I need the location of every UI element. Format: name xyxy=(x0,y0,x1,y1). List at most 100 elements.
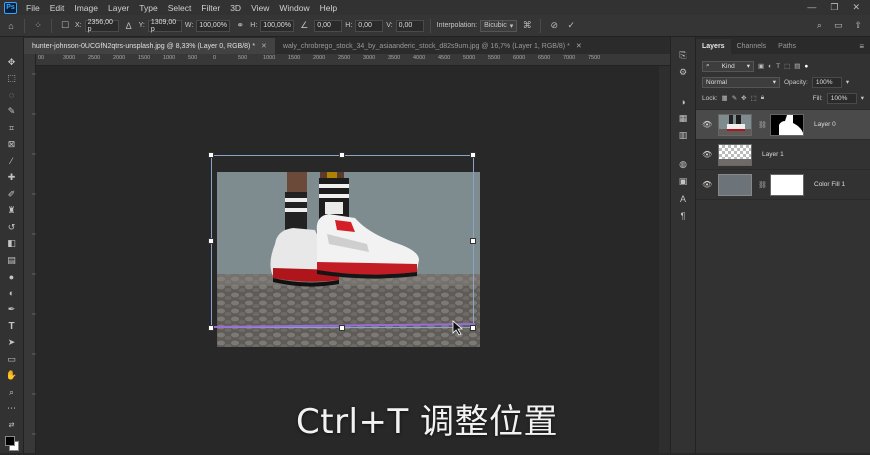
layer-name[interactable]: Color Fill 1 xyxy=(814,181,845,188)
swap-colors-icon[interactable]: ⇄ xyxy=(4,418,20,433)
history-brush-icon[interactable]: ↺ xyxy=(4,220,20,235)
layer-name[interactable]: Layer 0 xyxy=(814,121,836,128)
angle-field[interactable]: 0,00 xyxy=(314,19,343,32)
blend-mode-select[interactable]: Normal ▾ xyxy=(702,76,780,88)
filter-type-icon[interactable]: T xyxy=(776,63,780,70)
pen-icon[interactable]: ✒ xyxy=(4,303,20,318)
zoom-icon[interactable]: ⌕ xyxy=(4,385,20,400)
paragraph-icon[interactable]: ¶ xyxy=(676,209,690,222)
swatches-icon[interactable]: ▦ xyxy=(676,112,690,125)
lock-position-icon[interactable]: ✥ xyxy=(741,94,746,102)
visibility-eye-icon[interactable]: 👁︎ xyxy=(702,150,712,159)
healing-icon[interactable]: ✚ xyxy=(4,171,20,186)
layer-row[interactable]: 👁︎ ⛓︎ Color Fill 1 xyxy=(696,170,870,200)
lasso-icon[interactable]: ◌ xyxy=(4,88,20,103)
menu-filter[interactable]: Filter xyxy=(196,3,225,13)
tab-waly-chrobrego[interactable]: waly_chrobrego_stock_34_by_asiaanderic_s… xyxy=(274,38,590,54)
interpolation-select[interactable]: Bicubic ▾ xyxy=(480,19,518,32)
tab-channels[interactable]: Channels xyxy=(731,39,773,54)
transform-bounding-box[interactable] xyxy=(211,155,475,328)
lock-image-icon[interactable]: ✎ xyxy=(732,94,737,102)
foreground-color-swatch[interactable] xyxy=(4,435,15,446)
gradients-icon[interactable]: ▥ xyxy=(676,129,690,142)
maximize-icon[interactable]: ❐ xyxy=(830,2,838,13)
transform-handle-right[interactable] xyxy=(470,238,476,244)
fill-thumbnail[interactable] xyxy=(718,173,752,196)
vertical-scrollbar[interactable] xyxy=(659,66,670,453)
filter-smart-object-icon[interactable]: ▤ xyxy=(794,62,800,70)
menu-window[interactable]: Window xyxy=(274,3,314,13)
filter-adjustment-icon[interactable]: ◐ xyxy=(768,63,772,70)
transform-handle-top-left[interactable] xyxy=(208,152,214,158)
history-icon[interactable]: ⎘ xyxy=(676,49,690,62)
share-icon[interactable]: ⇪ xyxy=(854,20,862,31)
brush-icon[interactable]: ✐ xyxy=(4,187,20,202)
eraser-icon[interactable]: ◧ xyxy=(4,237,20,252)
search-icon[interactable]: ⌕ xyxy=(817,20,822,31)
minimize-icon[interactable]: — xyxy=(807,2,816,13)
transform-handle-left[interactable] xyxy=(208,238,214,244)
kind-filter-select[interactable]: ⌕ Kind ▾ xyxy=(702,60,754,72)
home-icon[interactable]: ⌂ xyxy=(4,19,18,33)
vskew-field[interactable]: 0,00 xyxy=(395,19,424,32)
workspace-icon[interactable]: ▭ xyxy=(834,20,843,31)
quick-select-icon[interactable]: ✎ xyxy=(4,105,20,120)
frame-icon[interactable]: ⊠ xyxy=(4,138,20,153)
reference-checkbox[interactable]: ☐ xyxy=(58,19,72,33)
visibility-eye-icon[interactable]: 👁︎ xyxy=(702,120,712,129)
marquee-icon[interactable]: ⬚ xyxy=(4,72,20,87)
eyedropper-icon[interactable]: ⁄ xyxy=(4,154,20,169)
filter-toggle-icon[interactable]: ● xyxy=(804,63,808,70)
panel-menu-icon[interactable]: ≡ xyxy=(859,42,870,54)
adjustments-icon[interactable]: ◍ xyxy=(676,158,690,171)
menu-view[interactable]: View xyxy=(246,3,274,13)
layer-row[interactable]: 👁︎ Layer 1 xyxy=(696,140,870,170)
layer-name[interactable]: Layer 1 xyxy=(762,151,784,158)
transform-handle-bottom-right[interactable] xyxy=(470,325,476,331)
mask-link-icon[interactable]: ⛓︎ xyxy=(758,121,767,129)
lock-all-icon[interactable]: 🔒︎ xyxy=(761,94,764,102)
filter-shape-icon[interactable]: ⬚ xyxy=(784,62,790,70)
width-field[interactable]: 100,00% xyxy=(196,19,231,32)
type-icon[interactable]: T xyxy=(4,319,20,334)
tab-hunter-johnson[interactable]: hunter-johnson-0UCGfN2qtrs-unsplash.jpg … xyxy=(24,38,275,54)
chevron-down-icon[interactable]: ▾ xyxy=(846,78,849,86)
tab-layers[interactable]: Layers xyxy=(696,39,731,54)
fill-field[interactable]: 100% xyxy=(826,92,857,104)
hskew-field[interactable]: 0,00 xyxy=(355,19,384,32)
dodge-icon[interactable]: ◐ xyxy=(4,286,20,301)
move-icon[interactable]: ✥ xyxy=(4,55,20,70)
menu-type[interactable]: Type xyxy=(134,3,162,13)
transform-handle-top[interactable] xyxy=(339,152,345,158)
menu-select[interactable]: Select xyxy=(163,3,197,13)
menu-3d[interactable]: 3D xyxy=(225,3,246,13)
properties-icon[interactable]: ⚙ xyxy=(676,66,690,79)
lock-transparent-icon[interactable]: ▦ xyxy=(722,94,728,102)
color-swatches[interactable] xyxy=(4,435,20,453)
opacity-field[interactable]: 100% xyxy=(811,76,842,88)
visibility-eye-icon[interactable]: 👁︎ xyxy=(702,180,712,189)
y-field[interactable]: 1309,00 p xyxy=(147,19,182,33)
reference-point-icon[interactable]: ⁘ xyxy=(31,19,45,33)
close-icon[interactable]: ✕ xyxy=(576,42,582,50)
more-icon[interactable]: ⋯ xyxy=(4,402,20,417)
layer-row[interactable]: 👁︎ ⛓︎ Layer 0 xyxy=(696,110,870,140)
stamp-icon[interactable]: ♜ xyxy=(4,204,20,219)
transform-handle-bottom[interactable] xyxy=(339,325,345,331)
lock-artboard-icon[interactable]: ⬚ xyxy=(751,94,757,102)
menu-image[interactable]: Image xyxy=(69,3,103,13)
menu-help[interactable]: Help xyxy=(315,3,342,13)
blur-icon[interactable]: ● xyxy=(4,270,20,285)
shape-icon[interactable]: ▭ xyxy=(4,352,20,367)
height-field[interactable]: 100,00% xyxy=(260,19,295,32)
mask-link-icon[interactable]: ⛓︎ xyxy=(758,181,767,189)
link-icon[interactable]: ⚭ xyxy=(233,19,247,33)
color-icon[interactable]: ◑ xyxy=(676,95,690,108)
filter-pixel-icon[interactable]: ▣ xyxy=(758,62,764,70)
gradient-icon[interactable]: ▤ xyxy=(4,253,20,268)
hand-icon[interactable]: ✋ xyxy=(4,369,20,384)
transform-handle-top-right[interactable] xyxy=(470,152,476,158)
tab-paths[interactable]: Paths xyxy=(772,39,802,54)
close-icon[interactable]: ✕ xyxy=(261,42,267,50)
libraries-icon[interactable]: ▣ xyxy=(676,175,690,188)
